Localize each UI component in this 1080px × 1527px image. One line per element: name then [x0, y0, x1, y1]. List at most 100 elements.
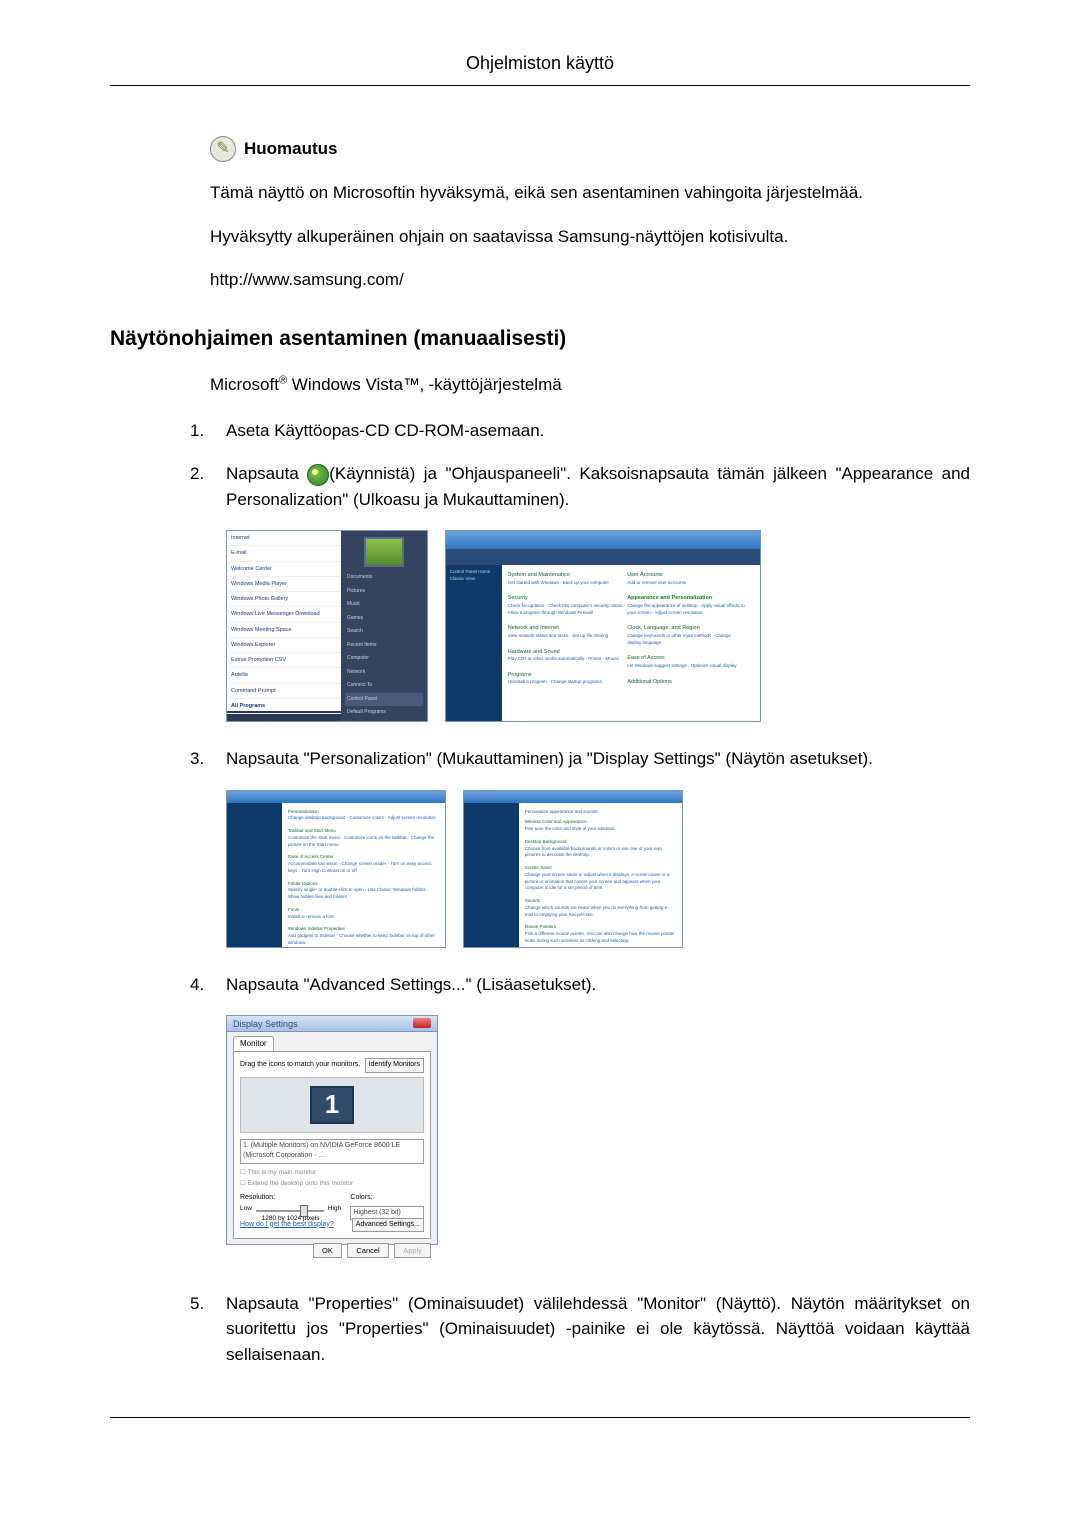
note-line-2: Hyväksytty alkuperäinen ohjain on saatav…: [210, 224, 970, 250]
startmenu-right-item: Computer: [345, 652, 423, 666]
step-5-number: 5.: [190, 1291, 226, 1368]
resolution-slider: [256, 1210, 324, 1212]
resolution-low: Low: [240, 1204, 252, 1214]
startmenu-right-item: Recent Items: [345, 639, 423, 653]
startmenu-item: Welcome Center: [227, 562, 342, 577]
cancel-button: Cancel: [347, 1243, 388, 1258]
subheading-mid: Windows Vista™‚ -käyttöjärjestelmä: [287, 375, 562, 394]
startmenu-item: Windows Media Player: [227, 577, 342, 592]
monitor-select: 1. (Multiple Monitors) on NVIDIA GeForce…: [240, 1139, 424, 1164]
startmenu-control-panel-highlighted: Control Panel: [345, 693, 423, 707]
startmenu-item: Windows Photo Gallery: [227, 592, 342, 607]
startmenu-item: Internet: [227, 531, 342, 546]
cp-item: Network and InternetView network status …: [508, 624, 626, 639]
startmenu-right-item: Help and Support: [345, 720, 423, 723]
cp-item-appearance-personalization: Appearance and PersonalizationChange the…: [627, 594, 745, 616]
startmenu-right-item: Documents: [345, 571, 423, 585]
drag-icons-text: Drag the icons to match your monitors.: [240, 1060, 360, 1071]
step-2-text-a: Napsauta: [226, 464, 307, 483]
screenshot-row-1: Internet E-mail Welcome Center Windows M…: [226, 530, 970, 722]
startmenu-right-item: Music: [345, 598, 423, 612]
pers-item: Screen SaverChange your screen saver or …: [525, 865, 676, 892]
screenshot-display-settings: Display Settings Monitor Drag the icons …: [226, 1015, 970, 1261]
resolution-high: High: [328, 1204, 341, 1214]
help-link: How do I get the best display?: [240, 1220, 334, 1231]
step-5-text: Napsauta "Properties" (Ominaisuudet) väl…: [226, 1291, 970, 1368]
step-2-text: Napsauta (Käynnistä) ja "Ohjauspaneeli".…: [226, 461, 970, 512]
section-subheading: Microsoft® Windows Vista™‚ -käyttöjärjes…: [210, 372, 970, 398]
cp-item: Hardware and SoundPlay CDs or other medi…: [508, 648, 626, 663]
pers-item: SoundsChange which sounds are heard when…: [525, 898, 676, 918]
header-divider: [110, 85, 970, 86]
startmenu-item: E-mail: [227, 546, 342, 561]
apply-button: Apply: [394, 1243, 431, 1258]
startmenu-item: Antella: [227, 668, 342, 683]
startmenu-right-item: Search: [345, 625, 423, 639]
ap-item: FontsInstall or remove a font: [288, 907, 439, 921]
personalization-heading: Personalize appearance and sounds: [525, 809, 676, 816]
cp-sidebar-item: Control Panel Home: [450, 569, 498, 576]
screenshot-personalization: Personalize appearance and sounds Window…: [463, 790, 683, 948]
note-icon: ✎: [210, 136, 236, 162]
check-main-monitor: ☐ This is my main monitor: [240, 1168, 424, 1178]
monitor-preview-area: 1: [240, 1077, 424, 1133]
display-settings-title: Display Settings: [233, 1018, 298, 1029]
step-1-number: 1.: [190, 418, 226, 444]
page-header: Ohjelmiston käyttö: [110, 50, 970, 77]
note-url: http://www.samsung.com/: [210, 267, 970, 293]
pers-item: Window Color and AppearanceFine tune the…: [525, 819, 676, 833]
step-3-number: 3.: [190, 746, 226, 772]
screenshot-start-menu: Internet E-mail Welcome Center Windows M…: [226, 530, 428, 722]
ap-item: Folder OptionsSpecify single- or double-…: [288, 881, 439, 901]
ap-item: Taskbar and Start MenuCustomize the Star…: [288, 828, 439, 848]
subheading-prefix: Microsoft: [210, 375, 279, 394]
step-3-text: Napsauta "Personalization" (Mukauttamine…: [226, 746, 970, 772]
pers-item: Mouse PointersPick a different mouse poi…: [525, 924, 676, 944]
startmenu-item: Command Prompt: [227, 684, 342, 699]
ok-button: OK: [313, 1243, 342, 1258]
colors-label: Colors:: [350, 1193, 424, 1204]
step-2-number: 2.: [190, 461, 226, 512]
startmenu-right-item: Games: [345, 612, 423, 626]
section-heading: Näytönohjaimen asentaminen (manuaalisest…: [110, 323, 970, 355]
cp-item: Additional Options: [627, 678, 745, 687]
step-5: 5. Napsauta "Properties" (Ominaisuudet) …: [190, 1291, 970, 1368]
step-4-text: Napsauta "Advanced Settings..." (Lisäase…: [226, 972, 970, 998]
cp-item: Ease of AccessLet Windows suggest settin…: [627, 654, 745, 669]
startmenu-item: Windows Explorer: [227, 638, 342, 653]
startmenu-right-item: Default Programs: [345, 706, 423, 720]
footer-divider: [110, 1417, 970, 1418]
advanced-settings-button: Advanced Settings...: [352, 1218, 424, 1233]
startmenu-right-item: Network: [345, 666, 423, 680]
cp-sidebar-item: Classic View: [450, 576, 498, 583]
monitor-1-icon: 1: [310, 1086, 354, 1124]
monitor-tab: Monitor: [233, 1036, 274, 1051]
screenshot-appearance-personalization: PersonalizationChange desktop background…: [226, 790, 446, 948]
windows-start-icon: [307, 464, 329, 486]
screenshot-control-panel: Control Panel Home Classic View System a…: [445, 530, 761, 722]
pers-item: Desktop BackgroundChoose from available …: [525, 839, 676, 859]
resolution-label: Resolution:: [240, 1193, 341, 1204]
cp-item: ProgramsUninstall a program · Change sta…: [508, 671, 626, 686]
step-2-text-b: (Käynnistä) ja "Ohjauspaneeli". Kaksoisn…: [226, 464, 970, 509]
cp-item: Clock, Language, and RegionChange keyboa…: [627, 624, 745, 646]
step-1-text: Aseta Käyttöopas-CD CD-ROM-asemaan.: [226, 418, 970, 444]
startmenu-item: Windows Meeting Space: [227, 623, 342, 638]
cp-item: User AccountsAdd or remove user accounts: [627, 571, 745, 586]
step-4-number: 4.: [190, 972, 226, 998]
screenshot-row-2: PersonalizationChange desktop background…: [226, 790, 970, 948]
note-line-1: Tämä näyttö on Microsoftin hyväksymä, ei…: [210, 180, 970, 206]
startmenu-right-item: Pictures: [345, 585, 423, 599]
check-extend-desktop: ☐ Extend the desktop onto this monitor: [240, 1179, 424, 1189]
note-block: ✎ Huomautus Tämä näyttö on Microsoftin h…: [210, 136, 970, 293]
ap-item: Windows Sidebar PropertiesAdd gadgets to…: [288, 926, 439, 946]
cp-item: System and MaintenanceGet started with W…: [508, 571, 626, 586]
step-4: 4. Napsauta "Advanced Settings..." (Lisä…: [190, 972, 970, 998]
close-icon: [413, 1018, 431, 1028]
step-3: 3. Napsauta "Personalization" (Mukauttam…: [190, 746, 970, 772]
startmenu-all-programs: All Programs: [227, 699, 342, 714]
startmenu-item: Windows Live Messenger Download: [227, 607, 342, 622]
registered-mark: ®: [279, 374, 287, 386]
note-title: Huomautus: [244, 136, 338, 162]
ap-item: Ease of Access CenterAccommodate low vis…: [288, 854, 439, 874]
